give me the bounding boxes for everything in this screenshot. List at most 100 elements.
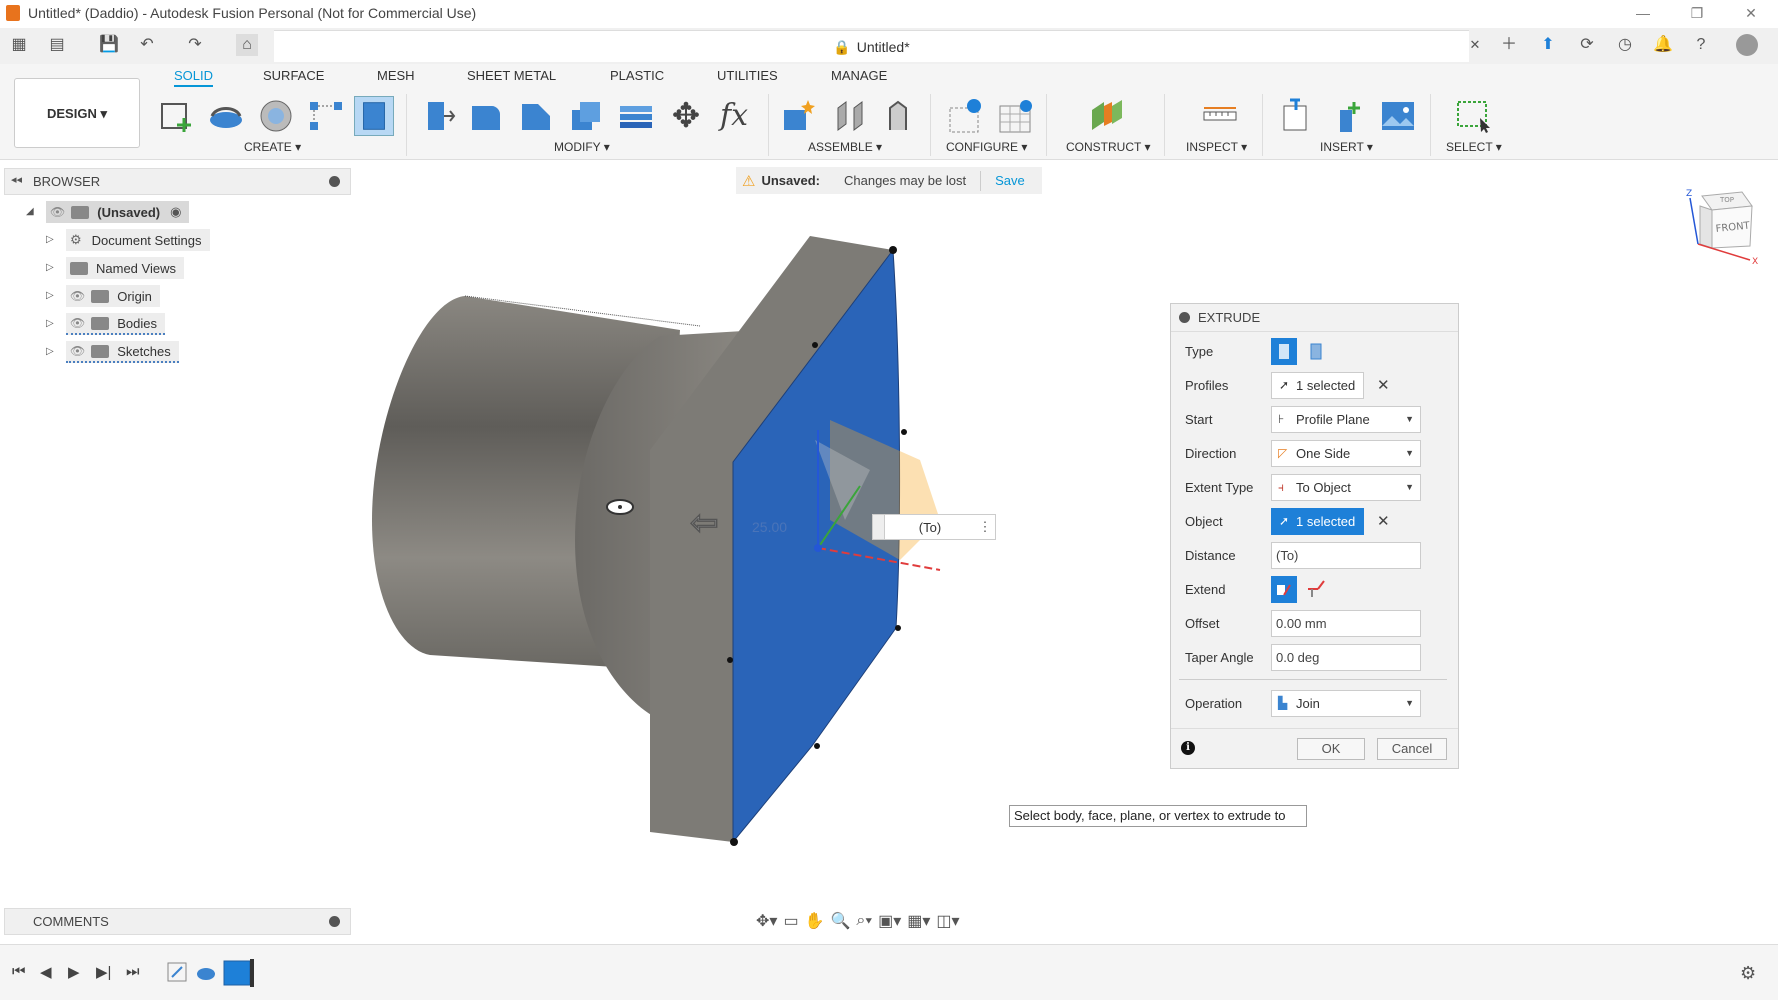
offset-input[interactable]: 0.00 mm: [1271, 610, 1421, 637]
group-insert[interactable]: INSERT ▾: [1320, 140, 1373, 154]
to-object-input[interactable]: (To) ⋮: [872, 514, 996, 540]
start-dropdown[interactable]: ⊦ Profile Plane ▼: [1271, 406, 1421, 433]
expand-icon[interactable]: ▷: [46, 290, 54, 301]
collapse-browser-icon[interactable]: ◂◂: [11, 173, 22, 186]
group-create[interactable]: CREATE ▾: [244, 140, 301, 154]
visibility-eye-icon[interactable]: 👁: [70, 344, 85, 358]
tab-utilities[interactable]: UTILITIES: [717, 68, 778, 83]
insert-mcmaster-icon[interactable]: [1328, 96, 1368, 136]
go-to-end-icon[interactable]: ⏭: [126, 963, 140, 980]
activate-radio-icon[interactable]: ◉: [170, 204, 181, 220]
timeline-settings-gear-icon[interactable]: ⚙: [1740, 963, 1756, 984]
extent-type-dropdown[interactable]: ⫞ To Object ▼: [1271, 474, 1421, 501]
clear-profiles-icon[interactable]: ✕: [1377, 376, 1390, 394]
expand-icon[interactable]: ▷: [46, 346, 54, 357]
notifications-icon[interactable]: 🔔: [1652, 34, 1674, 56]
tab-manage[interactable]: MANAGE: [831, 68, 887, 83]
browser-panel-header[interactable]: ◂◂ BROWSER: [4, 168, 351, 195]
group-configure[interactable]: CONFIGURE ▾: [946, 140, 1027, 154]
browser-root[interactable]: ◢ 👁 (Unsaved) ◉: [26, 201, 190, 223]
new-tab-icon[interactable]: ＋: [1498, 34, 1520, 56]
tab-sheet-metal[interactable]: SHEET METAL: [467, 68, 556, 83]
comments-panel[interactable]: COMMENTS: [4, 908, 351, 935]
info-icon[interactable]: i: [1181, 741, 1195, 755]
pattern-icon[interactable]: [306, 96, 346, 136]
fit-icon[interactable]: ⌕▾: [856, 912, 872, 930]
operation-dropdown[interactable]: ▙ Join ▼: [1271, 690, 1421, 717]
display-settings-icon[interactable]: ▣▾: [878, 911, 901, 931]
app-grid-icon[interactable]: ▦: [8, 34, 30, 56]
visibility-eye-icon[interactable]: 👁: [50, 205, 65, 219]
extensions-icon[interactable]: ⟳: [1576, 34, 1598, 56]
timeline-features[interactable]: [166, 959, 256, 989]
visibility-eye-icon[interactable]: 👁: [70, 316, 85, 330]
profiles-selection[interactable]: ➚ 1 selected: [1271, 372, 1365, 399]
play-icon[interactable]: ▶: [68, 963, 80, 981]
direction-dropdown[interactable]: ◸ One Side ▼: [1271, 440, 1421, 467]
viewports-icon[interactable]: ◫▾: [936, 911, 959, 931]
as-built-joint-icon[interactable]: [878, 96, 918, 136]
file-menu-icon[interactable]: ▤: [46, 34, 68, 56]
view-cube[interactable]: TOP FRONT Z X: [1680, 188, 1760, 266]
tree-item-bodies[interactable]: ▷ 👁 Bodies: [46, 313, 165, 335]
distance-input[interactable]: (To): [1271, 542, 1421, 569]
save-link[interactable]: Save: [995, 173, 1025, 188]
avatar[interactable]: [1736, 34, 1758, 56]
new-component-icon[interactable]: [778, 96, 818, 136]
expand-icon[interactable]: ▷: [46, 234, 54, 245]
close-tab-icon[interactable]: ✕: [1464, 34, 1486, 56]
select-icon[interactable]: [1454, 96, 1494, 136]
tab-mesh[interactable]: MESH: [377, 68, 415, 83]
close-window-button[interactable]: ✕: [1728, 2, 1774, 24]
type-thin-icon[interactable]: [1303, 338, 1329, 365]
collapse-dialog-icon[interactable]: [1179, 312, 1190, 323]
step-forward-icon[interactable]: ▶|: [96, 963, 111, 981]
chamfer-icon[interactable]: [516, 96, 556, 136]
minimize-button[interactable]: —: [1620, 2, 1666, 24]
grid-settings-icon[interactable]: ▦▾: [907, 911, 930, 931]
tab-surface[interactable]: SURFACE: [263, 68, 324, 83]
help-icon[interactable]: ?: [1690, 34, 1712, 56]
restore-button[interactable]: ❐: [1674, 2, 1720, 24]
extrude-arrow-icon[interactable]: ⇦: [689, 502, 719, 544]
extrude-dialog-header[interactable]: EXTRUDE: [1171, 304, 1458, 332]
parameters-icon[interactable]: fx: [714, 96, 754, 136]
ok-button[interactable]: OK: [1297, 738, 1365, 760]
tree-item-document-settings[interactable]: ▷ ⚙ Document Settings: [46, 229, 210, 251]
insert-derive-icon[interactable]: [1278, 96, 1318, 136]
step-back-icon[interactable]: ◀: [40, 963, 52, 981]
extrude-icon[interactable]: [206, 96, 246, 136]
combine-icon[interactable]: [616, 96, 656, 136]
extrude-active-icon[interactable]: [354, 96, 394, 136]
type-solid-icon[interactable]: [1271, 338, 1297, 365]
pan-icon[interactable]: ✋: [805, 911, 825, 931]
move-icon[interactable]: ✥: [666, 96, 706, 136]
taper-angle-input[interactable]: 0.0 deg: [1271, 644, 1421, 671]
redo-icon[interactable]: ↷: [184, 34, 206, 56]
expand-icon[interactable]: ▷: [46, 318, 54, 329]
measure-icon[interactable]: [1200, 96, 1240, 136]
group-modify[interactable]: MODIFY ▾: [554, 140, 610, 154]
tree-item-named-views[interactable]: ▷ Named Views: [46, 257, 184, 279]
tab-solid[interactable]: SOLID: [174, 68, 214, 87]
clear-object-icon[interactable]: ✕: [1377, 512, 1390, 530]
configure-table-icon[interactable]: [996, 96, 1036, 136]
insert-canvas-icon[interactable]: [1378, 96, 1418, 136]
cancel-button[interactable]: Cancel: [1377, 738, 1447, 760]
browser-pin-icon[interactable]: [329, 176, 340, 187]
press-pull-icon[interactable]: [418, 96, 458, 136]
visibility-eye-icon[interactable]: 👁: [70, 289, 85, 303]
create-sketch-icon[interactable]: [156, 96, 196, 136]
group-inspect[interactable]: INSPECT ▾: [1186, 140, 1247, 154]
shell-icon[interactable]: [566, 96, 606, 136]
look-at-icon[interactable]: ▭: [783, 911, 798, 931]
group-select[interactable]: SELECT ▾: [1446, 140, 1502, 154]
more-options-icon[interactable]: ⋮: [975, 519, 995, 535]
undo-icon[interactable]: ↶: [136, 34, 158, 56]
expand-icon[interactable]: ▷: [46, 262, 54, 273]
group-construct[interactable]: CONSTRUCT ▾: [1066, 140, 1150, 154]
expand-root-icon[interactable]: ◢: [26, 206, 34, 217]
orbit-icon[interactable]: ✥▾: [756, 911, 777, 931]
extend-minimum-icon[interactable]: [1271, 576, 1297, 603]
joint-icon[interactable]: [830, 96, 870, 136]
